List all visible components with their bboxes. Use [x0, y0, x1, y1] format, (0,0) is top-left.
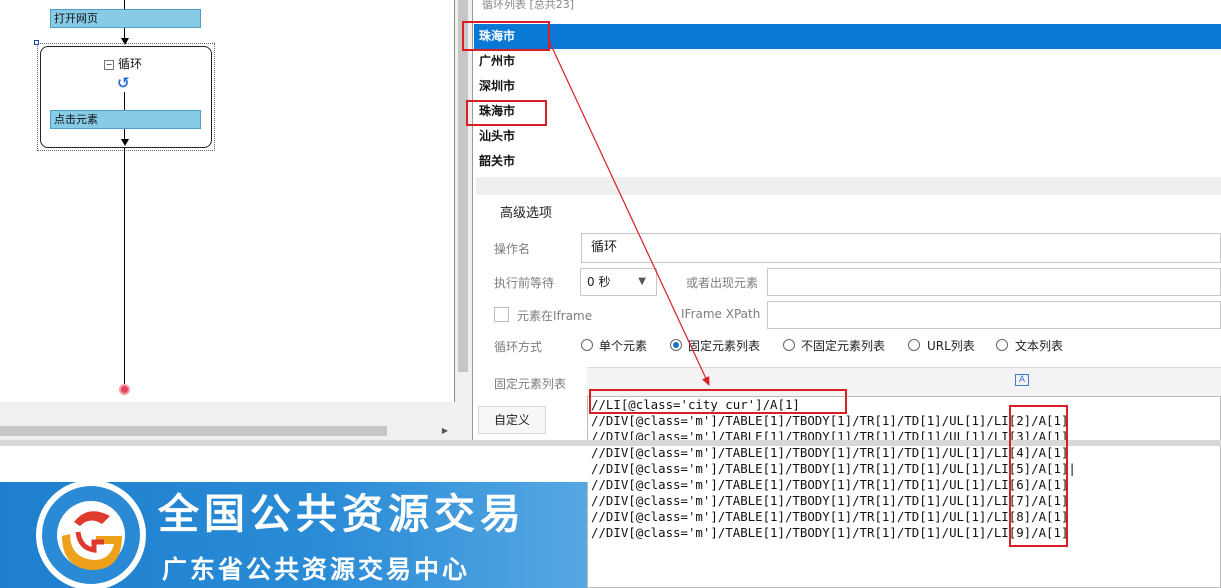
- panel-separator: [476, 177, 1221, 195]
- banner-title: 全国公共资源交易: [158, 490, 526, 538]
- flow-connector: [124, 0, 125, 9]
- canvas-vertical-scrollbar[interactable]: ▼: [456, 0, 470, 424]
- op-name-label: 操作名: [494, 242, 531, 256]
- scrollbar-thumb[interactable]: [458, 0, 468, 372]
- xpath-line: //DIV[@class='m']/TABLE[1]/TBODY[1]/TR[1…: [591, 413, 1069, 428]
- site-logo-icon: [36, 482, 146, 588]
- radio-unfixed-list[interactable]: [783, 339, 795, 351]
- list-item[interactable]: 广州市: [474, 49, 1221, 74]
- radio-text-list[interactable]: [996, 339, 1008, 351]
- list-item[interactable]: 汕头市: [474, 124, 1221, 149]
- banner-subtitle: 广东省公共资源交易中心: [162, 555, 471, 584]
- canvas-horizontal-scrollbar[interactable]: ▶: [0, 424, 455, 438]
- radio-unfixed-list-label[interactable]: 不固定元素列表: [801, 337, 885, 354]
- xpath-line: //DIV[@class='m']/TABLE[1]/TBODY[1]/TR[1…: [591, 461, 1076, 476]
- radio-fixed-list[interactable]: [670, 339, 682, 351]
- annotation-box: [1009, 405, 1068, 547]
- loop-list-header: 循环列表 [总共23]: [482, 0, 575, 11]
- selection-handle[interactable]: [34, 40, 39, 45]
- annotation-box: [466, 100, 547, 126]
- iframe-checkbox-label: 元素在Iframe: [517, 309, 593, 323]
- list-item[interactable]: 珠海市: [474, 24, 1221, 49]
- iframe-xpath-label: IFrame XPath: [681, 307, 761, 321]
- open-page-node-label: 打开网页: [54, 12, 98, 25]
- loop-mode-label: 循环方式: [494, 340, 543, 354]
- radio-text-list-label[interactable]: 文本列表: [1015, 337, 1063, 354]
- canvas-footer: [0, 402, 470, 424]
- loop-node-title[interactable]: − 循环: [104, 55, 142, 72]
- radio-url-list[interactable]: [908, 339, 920, 351]
- xpath-line: //DIV[@class='m']/TABLE[1]/TBODY[1]/TR[1…: [591, 493, 1069, 508]
- advanced-options-title[interactable]: 高级选项: [500, 202, 552, 221]
- xpath-line: //DIV[@class='m']/TABLE[1]/TBODY[1]/TR[1…: [591, 477, 1069, 492]
- browser-blank-area: [0, 446, 590, 482]
- op-name-input[interactable]: 循环: [581, 233, 1221, 263]
- click-element-node-label: 点击元素: [54, 113, 98, 126]
- chevron-down-icon: ▼: [638, 276, 646, 287]
- radio-single-element-label[interactable]: 单个元素: [599, 337, 647, 354]
- scroll-right-icon[interactable]: ▶: [438, 424, 452, 438]
- font-format-icon[interactable]: A: [1015, 374, 1029, 386]
- radio-url-list-label[interactable]: URL列表: [927, 337, 975, 354]
- annotation-box: [589, 389, 847, 414]
- list-item[interactable]: 深圳市: [474, 74, 1221, 99]
- xpath-line: //DIV[@class='m']/TABLE[1]/TBODY[1]/TR[1…: [591, 509, 1069, 524]
- loop-item-list[interactable]: 珠海市 广州市 深圳市 珠海市 汕头市 韶关市: [474, 24, 1221, 174]
- open-page-node[interactable]: 打开网页: [50, 9, 201, 28]
- list-item[interactable]: 珠海市: [474, 99, 1221, 124]
- annotation-box: [462, 21, 550, 51]
- flow-arrow-icon: [121, 139, 129, 146]
- list-item[interactable]: 韶关市: [474, 149, 1221, 174]
- wait-select[interactable]: 0 秒 ▼: [580, 268, 657, 296]
- end-node-icon[interactable]: [119, 384, 130, 395]
- xpath-line: //DIV[@class='m']/TABLE[1]/TBODY[1]/TR[1…: [591, 525, 1069, 540]
- loop-node-label: 循环: [118, 57, 143, 71]
- flow-connector: [124, 92, 125, 110]
- click-element-node[interactable]: 点击元素: [50, 110, 201, 129]
- loop-refresh-icon: ↺: [117, 74, 130, 92]
- radio-fixed-list-label[interactable]: 固定元素列表: [688, 337, 760, 354]
- fixed-list-label: 固定元素列表: [494, 377, 567, 391]
- wait-select-value: 0 秒: [587, 275, 611, 289]
- scrollbar-thumb[interactable]: [0, 426, 387, 436]
- flow-connector: [124, 148, 125, 384]
- wait-label: 执行前等待: [494, 276, 555, 290]
- iframe-checkbox[interactable]: [494, 307, 509, 322]
- appear-element-input[interactable]: [767, 268, 1221, 296]
- collapse-icon[interactable]: −: [104, 60, 114, 70]
- radio-single-element[interactable]: [581, 339, 593, 351]
- iframe-xpath-input[interactable]: [767, 301, 1221, 329]
- xpath-line: //DIV[@class='m']/TABLE[1]/TBODY[1]/TR[1…: [591, 445, 1069, 460]
- appear-element-label: 或者出现元素: [686, 276, 759, 290]
- custom-button[interactable]: 自定义: [478, 406, 546, 434]
